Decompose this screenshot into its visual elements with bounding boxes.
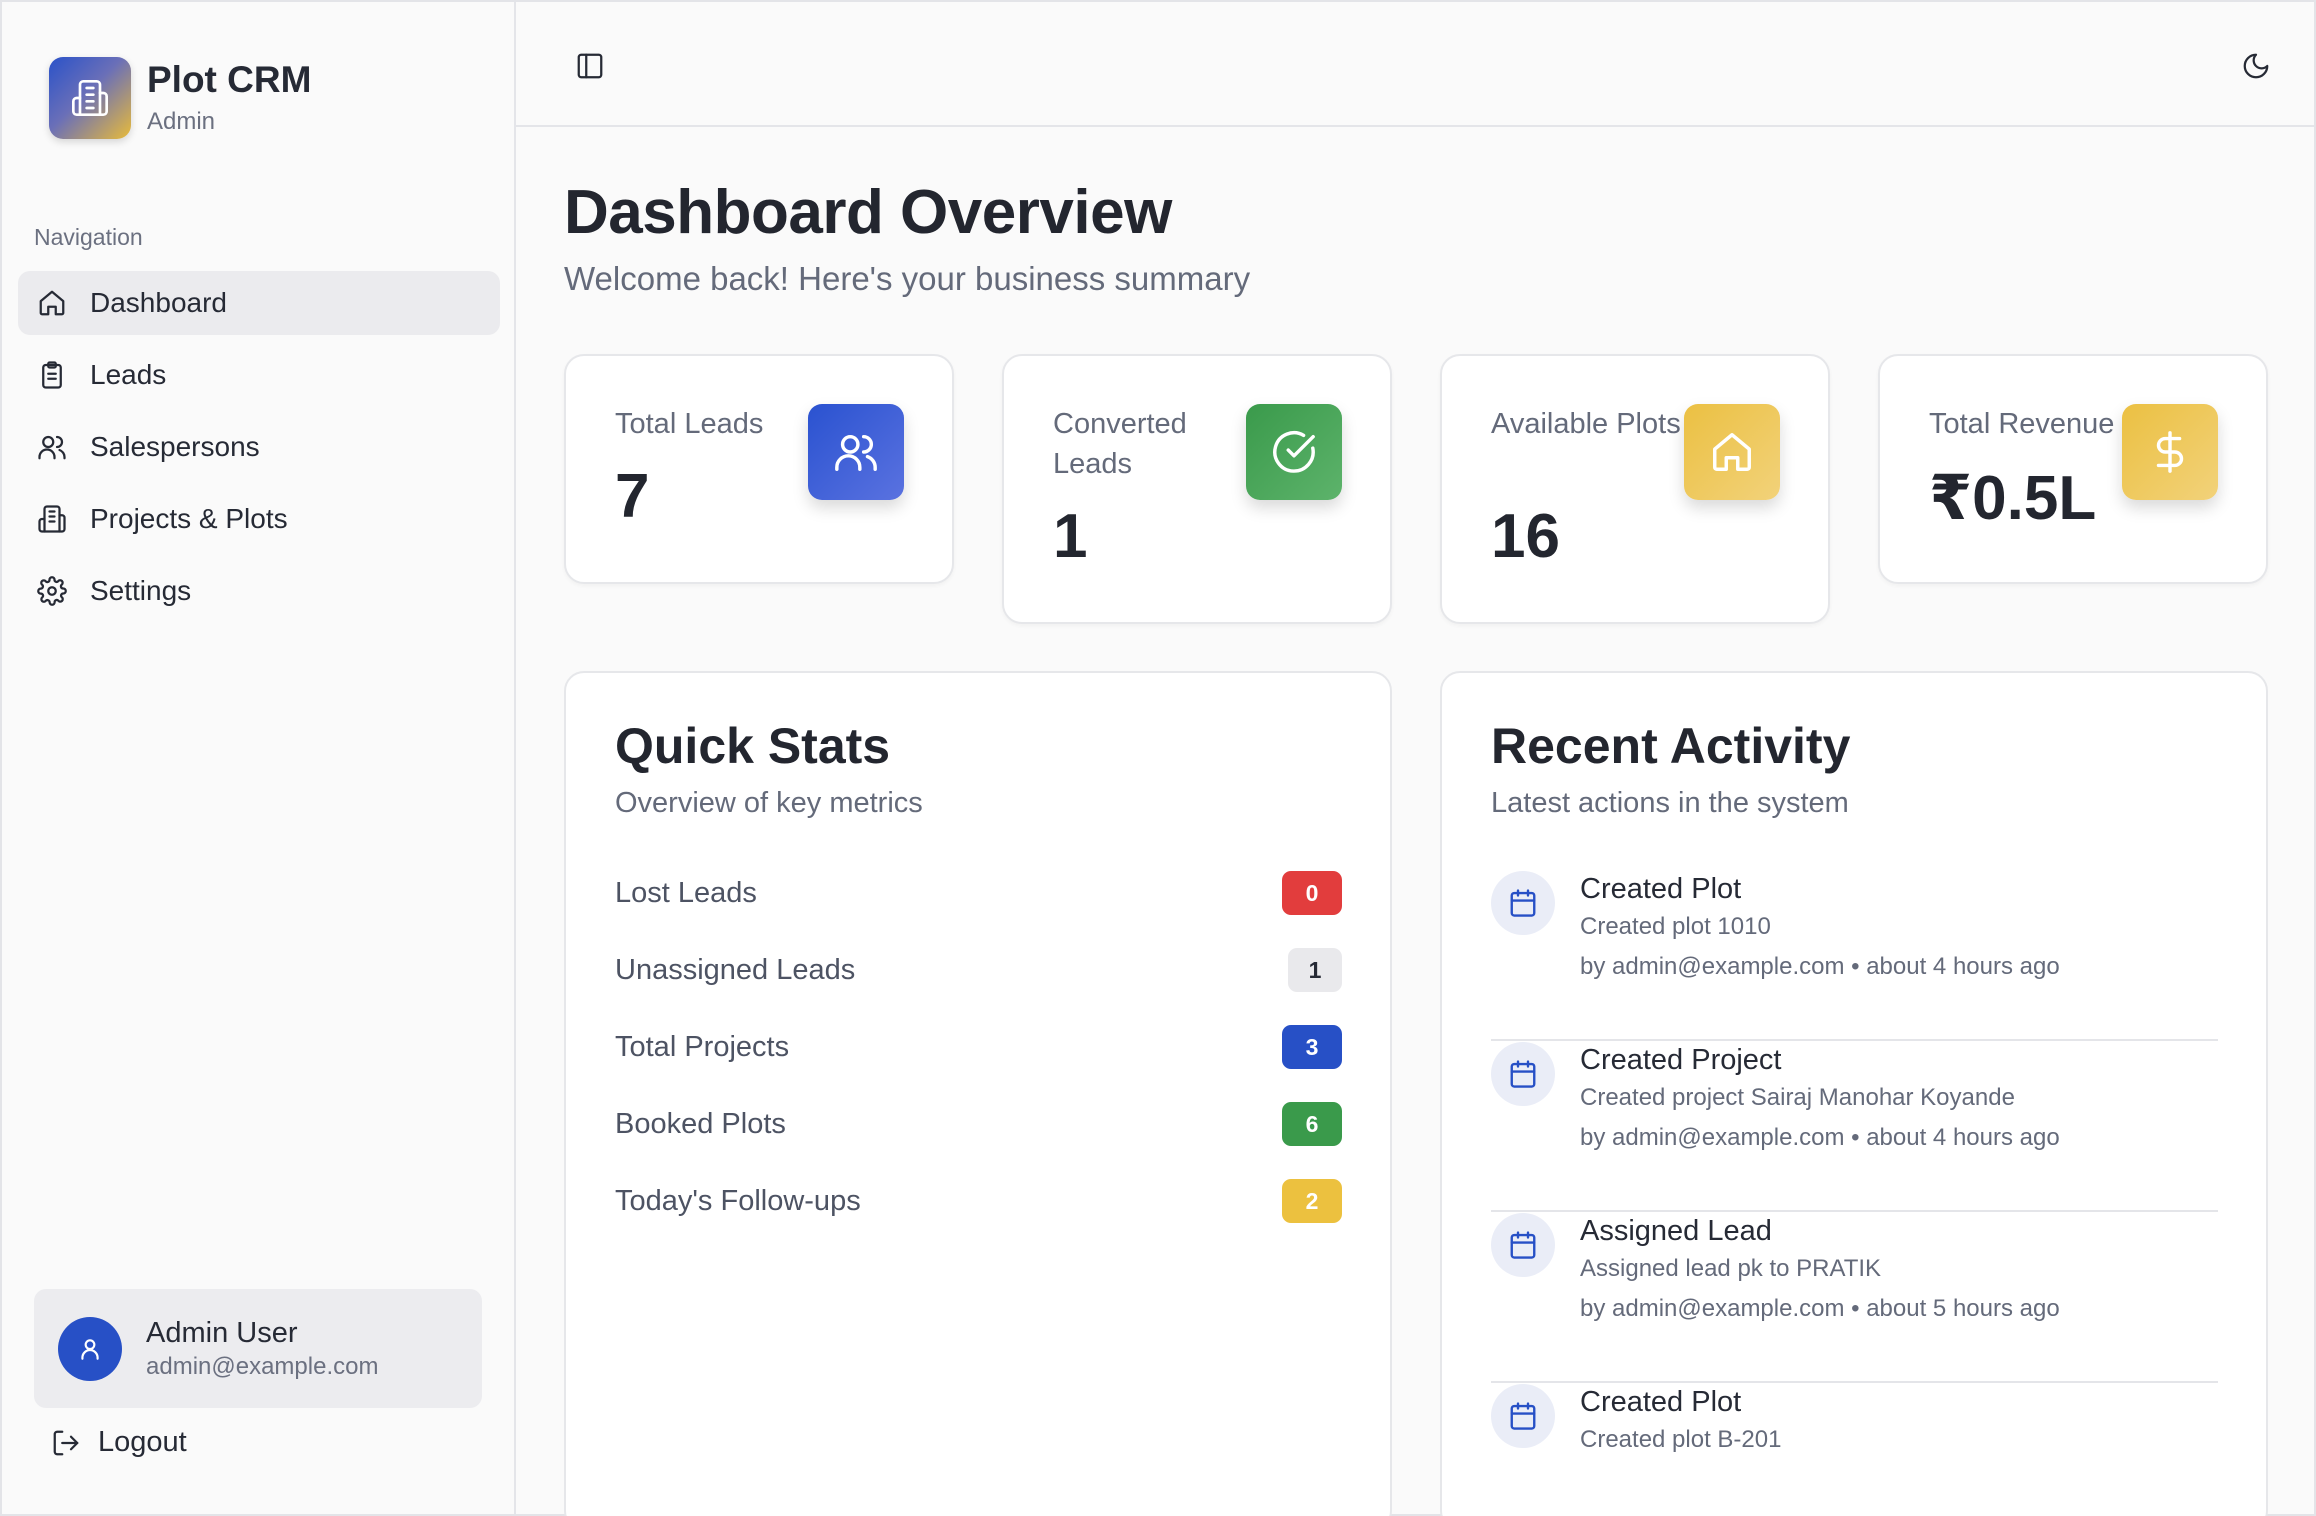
count-badge: 2 bbox=[1282, 1179, 1342, 1223]
sidebar-item-label: Dashboard bbox=[90, 287, 227, 318]
quick-stat-label: Total Projects bbox=[615, 1030, 790, 1063]
activity-item[interactable]: Assigned Lead Assigned lead pk to PRATIK… bbox=[1491, 1213, 2218, 1383]
brand-title: Plot CRM bbox=[147, 59, 312, 100]
activity-description: Assigned lead pk to PRATIK bbox=[1580, 1255, 1882, 1282]
activity-description: Created plot B-201 bbox=[1580, 1426, 1782, 1453]
calendar-icon bbox=[1491, 1042, 1555, 1106]
activity-item[interactable]: Created Project Created project Sairaj M… bbox=[1491, 1042, 2218, 1212]
quick-stat-label: Unassigned Leads bbox=[615, 953, 856, 986]
brand[interactable]: Plot CRM Admin bbox=[49, 57, 311, 139]
activity-title: Created Plot bbox=[1580, 1386, 1742, 1418]
sidebar-item-dashboard[interactable]: Dashboard bbox=[18, 271, 500, 335]
theme-toggle-button[interactable] bbox=[2238, 48, 2274, 84]
home-icon bbox=[36, 287, 68, 319]
users-icon bbox=[36, 431, 68, 463]
sidebar-nav: Dashboard Leads Salespersons Projects & … bbox=[18, 271, 500, 631]
building-logo-icon bbox=[49, 57, 131, 139]
quick-stat-label: Today's Follow-ups bbox=[615, 1184, 861, 1217]
clipboard-icon bbox=[36, 359, 68, 391]
stat-label: Converted Leads bbox=[1053, 408, 1187, 480]
stat-value: ₹0.5L bbox=[1929, 464, 2097, 533]
users-icon bbox=[808, 404, 904, 500]
sidebar-item-settings[interactable]: Settings bbox=[18, 559, 500, 623]
quick-stat-label: Booked Plots bbox=[615, 1107, 786, 1140]
user-name: Admin User bbox=[146, 1316, 298, 1349]
stat-label: Available Plots bbox=[1491, 408, 1681, 440]
check-circle-icon bbox=[1246, 404, 1342, 500]
activity-title: Created Plot bbox=[1580, 873, 1742, 905]
moon-icon bbox=[2243, 53, 2269, 79]
page-title: Dashboard Overview bbox=[564, 178, 1172, 247]
calendar-icon bbox=[1491, 1213, 1555, 1277]
count-badge: 3 bbox=[1282, 1025, 1342, 1069]
activity-title: Assigned Lead bbox=[1580, 1215, 1772, 1247]
stat-label: Total Leads bbox=[615, 408, 764, 440]
app-window: Plot CRM Admin Navigation Dashboard Lead… bbox=[0, 0, 2316, 1516]
count-badge: 6 bbox=[1282, 1102, 1342, 1146]
user-card[interactable]: Admin User admin@example.com bbox=[34, 1289, 482, 1408]
main-content: Dashboard Overview Welcome back! Here's … bbox=[516, 2, 2314, 1516]
activity-description: Created project Sairaj Manohar Koyande bbox=[1580, 1084, 2015, 1111]
dollar-icon bbox=[2122, 404, 2218, 500]
stat-value: 16 bbox=[1491, 502, 1560, 571]
quick-stat-row-booked-plots: Booked Plots 6 bbox=[615, 1102, 1342, 1146]
activity-item[interactable]: Created Plot Created plot 1010 by admin@… bbox=[1491, 871, 2218, 1041]
quick-stats-panel: Quick Stats Overview of key metrics Lost… bbox=[564, 671, 1392, 1516]
panel-left-icon bbox=[577, 53, 603, 79]
activity-item[interactable]: Created Plot Created plot B-201 bbox=[1491, 1384, 2218, 1516]
panel-title: Quick Stats bbox=[615, 718, 891, 774]
avatar bbox=[58, 1316, 122, 1381]
home-icon bbox=[1684, 404, 1780, 500]
page-subtitle: Welcome back! Here's your business summa… bbox=[564, 260, 1251, 297]
stat-value: 1 bbox=[1053, 502, 1088, 571]
calendar-icon bbox=[1491, 871, 1555, 935]
recent-activity-panel: Recent Activity Latest actions in the sy… bbox=[1440, 671, 2268, 1516]
activity-title: Created Project bbox=[1580, 1044, 1782, 1076]
stat-card-converted-leads: Converted Leads 1 bbox=[1002, 354, 1392, 624]
panel-subtitle: Latest actions in the system bbox=[1491, 787, 1849, 819]
sidebar-item-label: Salespersons bbox=[90, 431, 260, 462]
logout-label: Logout bbox=[98, 1426, 187, 1458]
sidebar-toggle-button[interactable] bbox=[572, 48, 608, 84]
quick-stat-row-lost-leads: Lost Leads 0 bbox=[615, 871, 1342, 915]
quick-stat-row-todays-follow-ups: Today's Follow-ups 2 bbox=[615, 1179, 1342, 1223]
brand-subtitle: Admin bbox=[147, 108, 216, 135]
quick-stat-row-unassigned-leads: Unassigned Leads 1 bbox=[615, 948, 1342, 992]
nav-heading: Navigation bbox=[34, 224, 143, 250]
building-icon bbox=[36, 503, 68, 535]
sidebar-item-label: Settings bbox=[90, 575, 192, 606]
stat-card-available-plots: Available Plots 16 bbox=[1440, 354, 1830, 624]
activity-meta: by admin@example.com • about 4 hours ago bbox=[1580, 1124, 2060, 1151]
count-badge: 1 bbox=[1288, 948, 1342, 992]
quick-stat-label: Lost Leads bbox=[615, 876, 757, 909]
quick-stat-row-total-projects: Total Projects 3 bbox=[615, 1025, 1342, 1069]
sidebar-item-salespersons[interactable]: Salespersons bbox=[18, 415, 500, 479]
stat-value: 7 bbox=[615, 462, 650, 531]
stat-card-total-leads: Total Leads 7 bbox=[564, 354, 954, 584]
sidebar-item-label: Projects & Plots bbox=[90, 503, 288, 534]
topbar bbox=[516, 2, 2314, 127]
calendar-icon bbox=[1491, 1384, 1555, 1448]
logout-icon bbox=[50, 1427, 82, 1459]
stat-label: Total Revenue bbox=[1929, 408, 2115, 440]
sidebar-item-projects-plots[interactable]: Projects & Plots bbox=[18, 487, 500, 551]
gear-icon bbox=[36, 575, 68, 607]
user-icon bbox=[81, 1338, 99, 1360]
count-badge: 0 bbox=[1282, 871, 1342, 915]
sidebar-item-label: Leads bbox=[90, 359, 167, 390]
activity-meta: by admin@example.com • about 5 hours ago bbox=[1580, 1295, 2060, 1322]
panel-title: Recent Activity bbox=[1491, 718, 1851, 774]
stat-card-total-revenue: Total Revenue ₹0.5L bbox=[1878, 354, 2268, 584]
activity-description: Created plot 1010 bbox=[1580, 913, 1771, 940]
user-email: admin@example.com bbox=[146, 1352, 379, 1380]
activity-meta: by admin@example.com • about 4 hours ago bbox=[1580, 953, 2060, 980]
sidebar: Plot CRM Admin Navigation Dashboard Lead… bbox=[2, 2, 516, 1514]
panel-subtitle: Overview of key metrics bbox=[615, 787, 923, 819]
logout-button[interactable]: Logout bbox=[50, 1426, 187, 1459]
sidebar-item-leads[interactable]: Leads bbox=[18, 343, 500, 407]
